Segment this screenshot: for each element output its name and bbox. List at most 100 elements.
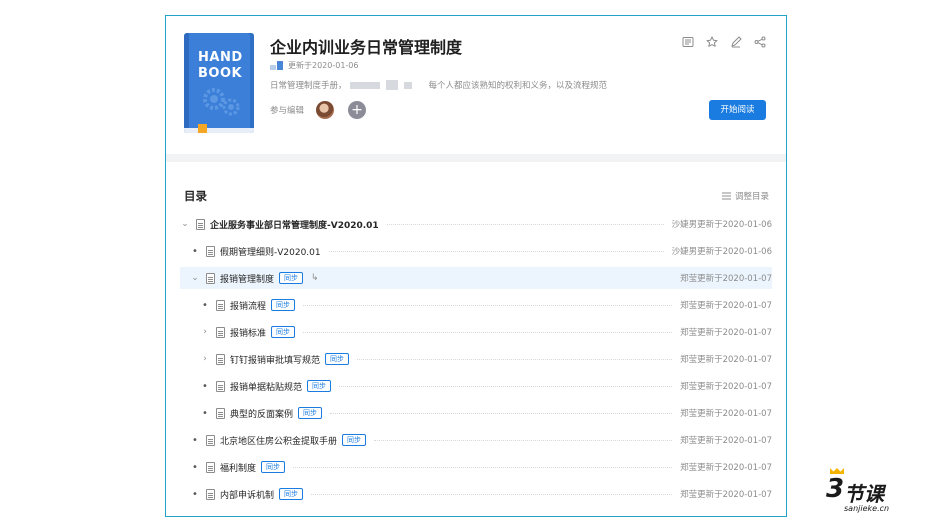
chevron-down-icon[interactable]: ⌄ [180,219,190,229]
toc-item[interactable]: • 福利制度 同步 郑莹更新于2020-01-07 [180,456,772,478]
toc-item-updated: 郑莹更新于2020-01-07 [680,490,772,500]
sync-tag[interactable]: 同步 [271,299,296,311]
dotted-leader [327,278,673,279]
toc-item-updated: 郑莹更新于2020-01-07 [680,436,772,446]
toc-item-updated: 郑莹更新于2020-01-07 [680,355,772,365]
sync-tag[interactable]: 同步 [271,326,296,338]
document-icon [206,434,215,446]
toc-item[interactable]: • 北京地区住房公积金提取手册 同步 郑莹更新于2020-01-07 [180,429,772,451]
document-icon [206,245,215,257]
adjust-toc-label: 调整目录 [734,192,769,202]
sync-tag[interactable]: 同步 [325,353,350,365]
toc-item-updated: 郑莹更新于2020-01-07 [680,463,772,473]
bullet-icon: • [192,245,198,257]
dotted-leader [303,304,673,306]
handbook-card: HAND BOOK 企业内训业务日常管理制度 更新于2020-01-06 日常管… [165,15,787,517]
book-pages [184,128,254,133]
toc-item[interactable]: ⌄ 报销管理制度 同步 ↳ 郑莹更新于2020-01-07 [180,267,772,289]
section-divider [166,154,786,162]
dotted-leader [311,493,673,495]
toc-item-updated: 郑莹更新于2020-01-07 [680,409,772,419]
book-cover-line1: HAND [198,50,243,65]
toc-item-label: 报销单据粘贴规范 [230,382,303,393]
updated-date: 更新于2020-01-06 [288,61,359,70]
logo-site: sanjieke.cn [844,504,890,513]
gear-icon [203,88,240,116]
dotted-leader [328,250,664,252]
logo-number: 3 [826,474,845,504]
toc-item-label: 典型的反面案例 [230,409,294,420]
edit-icon[interactable] [730,36,742,48]
toc-title: 目录 [184,189,207,203]
sync-tag[interactable]: 同步 [298,407,323,419]
toc-item[interactable]: • 内部申诉机制 同步 郑莹更新于2020-01-07 [180,483,772,505]
handbook-cover-image: HAND BOOK [184,33,254,133]
document-icon [216,353,225,365]
chevron-right-icon[interactable]: › [200,354,210,364]
book-cover-line2: BOOK [198,66,243,81]
editor-avatar[interactable] [316,101,335,119]
bullet-icon: • [192,434,198,446]
toc-item-updated: 沙婕男更新于2020-01-06 [671,247,772,257]
toc-item-label: 钉钉报销审批填写规范 [230,355,321,366]
toc-item[interactable]: › 钉钉报销审批填写规范 同步 郑莹更新于2020-01-07 [180,348,772,370]
sync-tag[interactable]: 同步 [307,380,332,392]
dotted-leader [374,439,673,441]
redacted-text [385,80,398,90]
editors-label: 参与编辑 [270,106,305,116]
toc-item[interactable]: ⌄ 企业服务事业部日常管理制度-V2020.01 沙婕男更新于2020-01-0… [180,213,772,235]
bookmark-ribbon [198,124,207,133]
logo-text: 节课 [844,482,884,506]
sync-tag[interactable]: 同步 [279,272,304,284]
dotted-leader [293,466,673,468]
document-icon [206,461,215,473]
page-title: 企业内训业务日常管理制度 [270,38,463,57]
document-icon [216,407,225,419]
chevron-right-icon[interactable]: › [200,327,210,337]
description-suffix: 每个人都应该熟知的权利和义务，以及流程规范 [428,81,608,91]
document-icon [196,218,205,230]
document-icon [206,488,215,500]
share-icon[interactable] [754,36,766,48]
bullet-icon: • [192,488,198,500]
start-reading-button[interactable]: 开始阅读 [709,100,766,120]
sync-tag[interactable]: 同步 [261,461,286,473]
redacted-text [349,81,380,89]
return-arrow-icon[interactable]: ↳ [311,273,319,283]
menu-icon [721,192,731,200]
sanjieke-watermark-logo: 3 节课 sanjieke.cn [822,468,902,518]
redacted-text [403,81,412,89]
add-editor-button[interactable]: + [348,101,367,119]
description: 日常管理制度手册， 每个人都应该熟知的权利和义务，以及流程规范 [270,79,607,91]
document-icon [216,380,225,392]
toc-item-updated: 郑莹更新于2020-01-07 [680,382,772,392]
dotted-leader [386,223,664,225]
chevron-down-icon[interactable]: ⌄ [190,273,200,283]
dotted-leader [330,412,673,414]
adjust-toc-button[interactable]: 调整目录 [721,190,769,202]
toc-item-label: 北京地区住房公积金提取手册 [220,436,338,447]
book-spine [184,33,189,133]
toc-item[interactable]: • 报销流程 同步 郑莹更新于2020-01-07 [180,294,772,316]
list-icon[interactable] [682,36,694,48]
dotted-leader [339,385,673,387]
toc-item[interactable]: • 假期管理细则-V2020.01 沙婕男更新于2020-01-06 [180,240,772,262]
bullet-icon: • [192,461,198,473]
star-icon[interactable] [706,36,718,48]
toc-item-label: 报销标准 [230,328,267,339]
toc-item-updated: 沙婕男更新于2020-01-06 [671,220,772,230]
sync-tag[interactable]: 同步 [342,434,367,446]
sync-tag[interactable]: 同步 [279,488,304,500]
toolbar [682,36,766,48]
bullet-icon: • [202,299,208,311]
document-icon [216,326,225,338]
toc-item-updated: 郑莹更新于2020-01-07 [680,301,772,311]
toc-item-label: 福利制度 [220,463,257,474]
toc-item[interactable]: • 典型的反面案例 同步 郑莹更新于2020-01-07 [180,402,772,424]
toc-item-label: 假期管理细则-V2020.01 [220,247,321,258]
description-prefix: 日常管理制度手册， [270,81,347,91]
toc-item[interactable]: › 报销标准 同步 郑莹更新于2020-01-07 [180,321,772,343]
toc-item[interactable]: • 报销单据粘贴规范 同步 郑莹更新于2020-01-07 [180,375,772,397]
pixelated-avatar [270,61,283,70]
toc-item-updated: 郑莹更新于2020-01-07 [680,328,772,338]
